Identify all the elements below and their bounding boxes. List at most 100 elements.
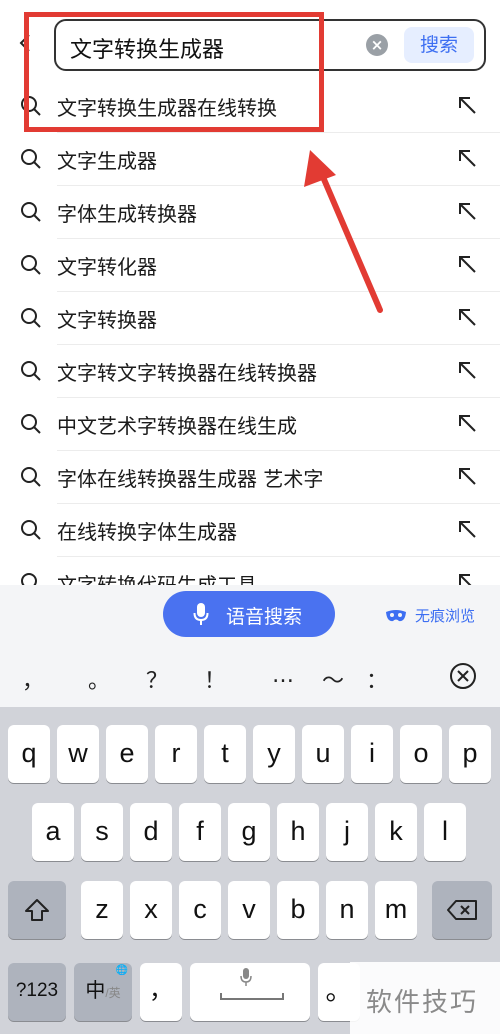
search-input[interactable]: 文字转换生成器 × 搜索 bbox=[54, 19, 486, 71]
fill-query-arrow-icon[interactable] bbox=[456, 465, 478, 487]
backspace-icon bbox=[447, 900, 477, 920]
microphone-icon bbox=[193, 603, 209, 625]
numbers-key[interactable]: ?123 bbox=[8, 963, 66, 1021]
suggestion-item[interactable]: 字体生成转换器 bbox=[0, 186, 500, 239]
punctuation-row: ， 。 ？ ！ … ～ ： bbox=[0, 645, 500, 707]
punctuation-key[interactable]: ～ bbox=[318, 663, 348, 695]
search-icon bbox=[21, 96, 41, 116]
key-g[interactable]: g bbox=[228, 803, 270, 861]
key-i[interactable]: i bbox=[351, 725, 393, 783]
punctuation-key[interactable]: ？ bbox=[142, 663, 172, 695]
key-e[interactable]: e bbox=[106, 725, 148, 783]
suggestion-item[interactable]: 文字转换器 bbox=[0, 292, 500, 345]
key-k[interactable]: k bbox=[375, 803, 417, 861]
key-n[interactable]: n bbox=[326, 881, 368, 939]
suggestion-text: 文字转化器 bbox=[57, 255, 157, 279]
fill-query-arrow-icon[interactable] bbox=[456, 200, 478, 222]
search-icon bbox=[21, 202, 41, 222]
fill-query-arrow-icon[interactable] bbox=[456, 94, 478, 116]
search-icon bbox=[21, 255, 41, 275]
suggestion-text: 文字转换生成器在线转换 bbox=[57, 96, 277, 120]
suggestion-text: 文字转文字转换器在线转换器 bbox=[57, 361, 317, 385]
suggestion-list: 文字转换生成器在线转换 文字生成器字体生成转换器 文字转化器文字转换器文字转文字转换… bbox=[0, 80, 500, 585]
punctuation-key[interactable]: ！ bbox=[200, 663, 230, 695]
lang-sub-label: /英 bbox=[105, 986, 121, 1000]
shift-key[interactable] bbox=[8, 881, 66, 939]
punctuation-key[interactable]: 。 bbox=[84, 663, 114, 695]
suggestion-item[interactable]: 中文艺术字转换器在线生成 bbox=[0, 398, 500, 451]
key-w[interactable]: w bbox=[57, 725, 99, 783]
key-f[interactable]: f bbox=[179, 803, 221, 861]
punctuation-key[interactable]: ， bbox=[18, 663, 48, 695]
key-c[interactable]: c bbox=[179, 881, 221, 939]
suggestion-item[interactable]: 文字转文字转换器在线转换器 bbox=[0, 345, 500, 398]
punctuation-key[interactable]: ： bbox=[362, 663, 392, 695]
search-icon bbox=[21, 308, 41, 328]
punctuation-key[interactable]: … bbox=[268, 663, 298, 688]
clear-search-icon[interactable]: × bbox=[366, 34, 388, 56]
suggestion-text: 在线转换字体生成器 bbox=[57, 520, 237, 544]
key-p[interactable]: p bbox=[449, 725, 491, 783]
delete-circle-icon[interactable] bbox=[449, 662, 477, 690]
fill-query-arrow-icon[interactable] bbox=[456, 147, 478, 169]
search-icon bbox=[21, 573, 37, 585]
fill-query-arrow-icon[interactable] bbox=[456, 359, 478, 381]
key-x[interactable]: x bbox=[130, 881, 172, 939]
back-chevron-icon[interactable] bbox=[18, 32, 32, 54]
globe-icon: 🌐 bbox=[115, 965, 128, 976]
voice-search-label: 语音搜索 bbox=[226, 606, 303, 628]
watermark: 软件技巧 bbox=[350, 962, 500, 1034]
key-o[interactable]: o bbox=[400, 725, 442, 783]
key-q[interactable]: q bbox=[8, 725, 50, 783]
search-query-text: 文字转换生成器 bbox=[70, 38, 225, 63]
key-y[interactable]: y bbox=[253, 725, 295, 783]
lang-main-label: 中 bbox=[85, 980, 106, 1002]
space-bar[interactable] bbox=[190, 963, 310, 1021]
key-z[interactable]: z bbox=[81, 881, 123, 939]
language-switch-key[interactable]: 🌐 中/英 bbox=[74, 963, 132, 1021]
suggestion-text: 字体生成转换器 bbox=[57, 202, 197, 226]
suggestion-item[interactable]: 字体在线转换器生成器 艺术字 bbox=[0, 451, 500, 504]
suggestion-text: 中文艺术字转换器在线生成 bbox=[57, 414, 297, 438]
search-icon bbox=[21, 361, 41, 381]
search-button[interactable]: 搜索 bbox=[404, 27, 474, 63]
watermark-text: 软件技巧 bbox=[366, 988, 479, 1018]
key-t[interactable]: t bbox=[204, 725, 246, 783]
key-u[interactable]: u bbox=[302, 725, 344, 783]
fill-query-arrow-icon[interactable] bbox=[456, 412, 478, 434]
fill-query-arrow-icon[interactable] bbox=[456, 571, 478, 585]
suggestion-item[interactable]: 文字生成器 bbox=[0, 133, 500, 186]
search-icon bbox=[21, 149, 41, 169]
voice-search-bar: 语音搜索 无痕浏览 bbox=[0, 585, 500, 645]
suggestion-item[interactable]: 在线转换字体生成器 bbox=[0, 504, 500, 557]
comma-key[interactable]: ， bbox=[140, 963, 182, 1021]
space-indicator bbox=[220, 993, 284, 1000]
key-h[interactable]: h bbox=[277, 803, 319, 861]
suggestion-text: 文字转换器 bbox=[57, 308, 157, 332]
backspace-key[interactable] bbox=[432, 881, 492, 939]
search-icon bbox=[21, 520, 41, 540]
incognito-label: 无痕浏览 bbox=[415, 607, 476, 625]
key-l[interactable]: l bbox=[424, 803, 466, 861]
fill-query-arrow-icon[interactable] bbox=[456, 253, 478, 275]
fill-query-arrow-icon[interactable] bbox=[456, 518, 478, 540]
key-b[interactable]: b bbox=[277, 881, 319, 939]
suggestion-item[interactable]: 文字转换生成器在线转换 bbox=[0, 80, 500, 133]
suggestion-item[interactable]: 文字转换代码生成工具 bbox=[0, 557, 500, 585]
shift-icon bbox=[25, 899, 49, 921]
mask-icon bbox=[386, 610, 406, 622]
key-j[interactable]: j bbox=[326, 803, 368, 861]
key-r[interactable]: r bbox=[155, 725, 197, 783]
key-m[interactable]: m bbox=[375, 881, 417, 939]
key-a[interactable]: a bbox=[32, 803, 74, 861]
fill-query-arrow-icon[interactable] bbox=[456, 306, 478, 328]
voice-search-button[interactable]: 语音搜索 bbox=[163, 591, 335, 637]
search-icon bbox=[21, 467, 41, 487]
suggestion-text: 文字生成器 bbox=[57, 149, 157, 173]
key-d[interactable]: d bbox=[130, 803, 172, 861]
suggestion-text: 文字转换代码生成工具 bbox=[57, 573, 257, 585]
suggestion-item[interactable]: 文字转化器 bbox=[0, 239, 500, 292]
key-s[interactable]: s bbox=[81, 803, 123, 861]
key-v[interactable]: v bbox=[228, 881, 270, 939]
microphone-icon bbox=[240, 968, 252, 986]
